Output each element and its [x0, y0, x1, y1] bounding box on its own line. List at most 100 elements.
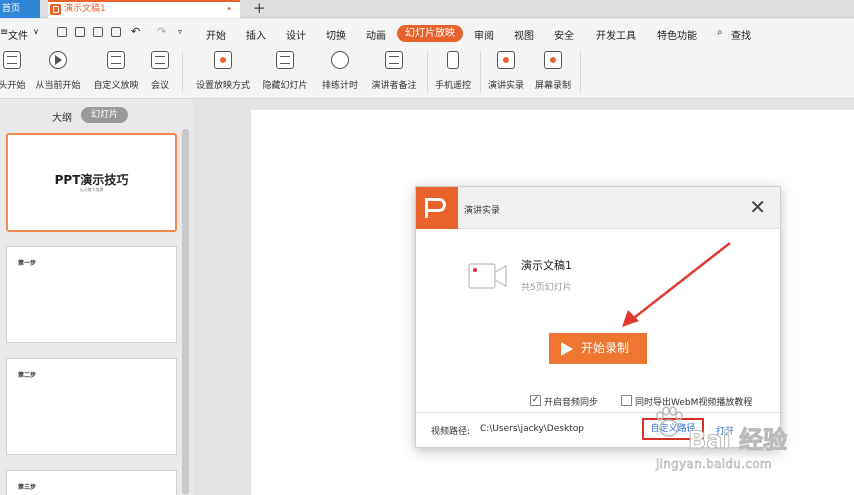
- stopwatch-icon: [331, 51, 349, 69]
- audio-sync-label: 开启音频同步: [544, 398, 599, 408]
- slide-count: 共5页幻灯片: [521, 283, 572, 293]
- menu-security[interactable]: 安全: [554, 27, 574, 42]
- ribbon-label: 从当前开始: [35, 81, 81, 91]
- meeting-icon: [151, 51, 169, 69]
- watermark-url: jingyan.baidu.com: [656, 457, 772, 472]
- thumbnail-heading: 第一步: [18, 260, 37, 267]
- thumbnail-subtitle: 长沉敬字度庸: [79, 187, 104, 192]
- screen-record-button[interactable]: 屏幕录制: [533, 51, 573, 91]
- export-webm-checkbox[interactable]: [621, 395, 632, 406]
- tab-document-label: 演示文稿1: [64, 4, 106, 14]
- undo-icon[interactable]: ↶: [131, 25, 140, 38]
- dialog-divider: [416, 412, 780, 413]
- notes-icon: [385, 51, 403, 69]
- thumbnail-scrollbar[interactable]: [182, 129, 189, 494]
- menu-slideshow[interactable]: 幻灯片放映: [397, 25, 463, 42]
- play-icon: [49, 51, 67, 69]
- document-name: 演示文稿1: [521, 259, 572, 272]
- video-camera-icon: [468, 263, 507, 289]
- ribbon-label: 排练计时: [321, 81, 359, 91]
- audio-sync-checkbox[interactable]: ✓: [530, 395, 541, 406]
- slideshow-settings-button[interactable]: 设置放映方式: [196, 51, 250, 91]
- ribbon-divider: [480, 52, 481, 92]
- video-path-value: C:\Users\jacky\Desktop: [480, 424, 584, 434]
- tab-document[interactable]: 演示文稿1 •: [48, 0, 240, 18]
- slide-thumbnail-3[interactable]: 第二步: [6, 358, 177, 455]
- ribbon-label: 演讲者备注: [371, 81, 417, 91]
- search-icon[interactable]: ⌕: [717, 27, 723, 38]
- customize-toolbar-icon[interactable]: ▿: [178, 27, 182, 36]
- thumbnail-heading: 第二步: [18, 372, 37, 379]
- ribbon-label: 头开始: [0, 81, 26, 91]
- menu-bar: ≡ 文件 ∨ ↶ ↷ ▿ 开始 插入 设计 切换 动画 幻灯片放映 审阅 视图 …: [0, 19, 854, 47]
- video-path-label: 视频路径:: [431, 427, 471, 437]
- ribbon-divider: [580, 52, 581, 92]
- phone-remote-button[interactable]: 手机遥控: [434, 51, 472, 91]
- dialog-title: 演讲实录: [464, 206, 501, 216]
- tab-slides[interactable]: 幻灯片: [81, 107, 128, 123]
- ribbon-label: 隐藏幻灯片: [262, 81, 308, 91]
- thumbnail-title: PPT演示技巧: [54, 173, 129, 187]
- hide-slide-button[interactable]: 隐藏幻灯片: [262, 51, 308, 91]
- unsaved-indicator: •: [226, 4, 232, 15]
- thumbnail-heading: 第三步: [18, 484, 37, 491]
- new-tab-button[interactable]: +: [253, 0, 266, 17]
- menu-view[interactable]: 视图: [514, 27, 534, 42]
- print-icon[interactable]: [93, 27, 103, 37]
- menu-search[interactable]: 查找: [731, 27, 751, 42]
- menu-features[interactable]: 特色功能: [657, 27, 697, 42]
- menu-review[interactable]: 审阅: [474, 27, 494, 42]
- slide-thumbnail-2[interactable]: 第一步: [6, 246, 177, 343]
- start-recording-button[interactable]: 开始录制: [549, 333, 647, 364]
- save-icon[interactable]: [57, 27, 67, 37]
- chevron-down-icon[interactable]: ∨: [33, 27, 39, 36]
- speaker-notes-button[interactable]: 演讲者备注: [371, 51, 417, 91]
- slide-thumbnail-4[interactable]: 第三步: [6, 470, 177, 495]
- ribbon-divider: [427, 52, 428, 92]
- dialog-header[interactable]: 演讲实录 ✕: [416, 187, 780, 229]
- meeting-button[interactable]: 会议: [148, 51, 172, 91]
- presentation-logo-icon: [50, 4, 61, 15]
- tab-home[interactable]: 首页: [0, 0, 40, 18]
- export-pdf-icon[interactable]: [75, 27, 85, 37]
- slideshow-start-icon: [3, 51, 21, 69]
- slides-panel: 大纲 幻灯片 PPT演示技巧 长沉敬字度庸 第一步 第二步 第三步: [0, 99, 193, 495]
- ribbon-label: 手机遥控: [434, 81, 472, 91]
- video-camera-icon: [497, 51, 515, 69]
- menu-design[interactable]: 设计: [286, 27, 306, 42]
- watermark-text: Bai 经验: [687, 426, 788, 455]
- tab-outline[interactable]: 大纲: [52, 109, 72, 124]
- close-icon[interactable]: ✕: [749, 196, 766, 218]
- menu-transition[interactable]: 切换: [326, 27, 346, 42]
- from-beginning-button[interactable]: 头开始: [0, 51, 26, 91]
- phone-icon: [447, 51, 459, 69]
- menu-start[interactable]: 开始: [206, 27, 226, 42]
- menu-developer[interactable]: 开发工具: [596, 27, 636, 42]
- slide-thumbnail-1[interactable]: PPT演示技巧 长沉敬字度庸: [6, 133, 177, 232]
- menu-animation[interactable]: 动画: [366, 27, 386, 42]
- ribbon-toolbar: 头开始 从当前开始 自定义放映 会议 设置放映方式 隐藏幻灯片 排练计时 演讲者…: [0, 47, 854, 99]
- custom-show-button[interactable]: 自定义放映: [93, 51, 139, 91]
- ribbon-label: 会议: [150, 81, 170, 91]
- redo-icon[interactable]: ↷: [157, 25, 166, 38]
- hide-slide-icon: [276, 51, 294, 69]
- ribbon-label: 设置放映方式: [195, 81, 251, 91]
- speech-record-button[interactable]: 演讲实录: [487, 51, 525, 91]
- title-bar: 首页 演示文稿1 • +: [0, 0, 854, 18]
- ribbon-label: 自定义放映: [93, 81, 139, 91]
- ribbon-divider: [182, 52, 183, 92]
- baidu-paw-watermark-icon: [656, 406, 683, 437]
- settings-icon: [214, 51, 232, 69]
- annotation-arrow: [622, 242, 731, 327]
- custom-show-icon: [107, 51, 125, 69]
- start-recording-label: 开始录制: [581, 341, 630, 355]
- ribbon-label: 演讲实录: [487, 81, 525, 91]
- wps-logo-icon: [416, 187, 458, 229]
- menu-file[interactable]: 文件: [8, 27, 28, 42]
- from-current-button[interactable]: 从当前开始: [35, 51, 81, 91]
- ribbon-label: 屏幕录制: [534, 81, 572, 91]
- menu-insert[interactable]: 插入: [246, 27, 266, 42]
- rehearse-timing-button[interactable]: 排练计时: [320, 51, 360, 91]
- screen-record-icon: [544, 51, 562, 69]
- print-preview-icon[interactable]: [111, 27, 121, 37]
